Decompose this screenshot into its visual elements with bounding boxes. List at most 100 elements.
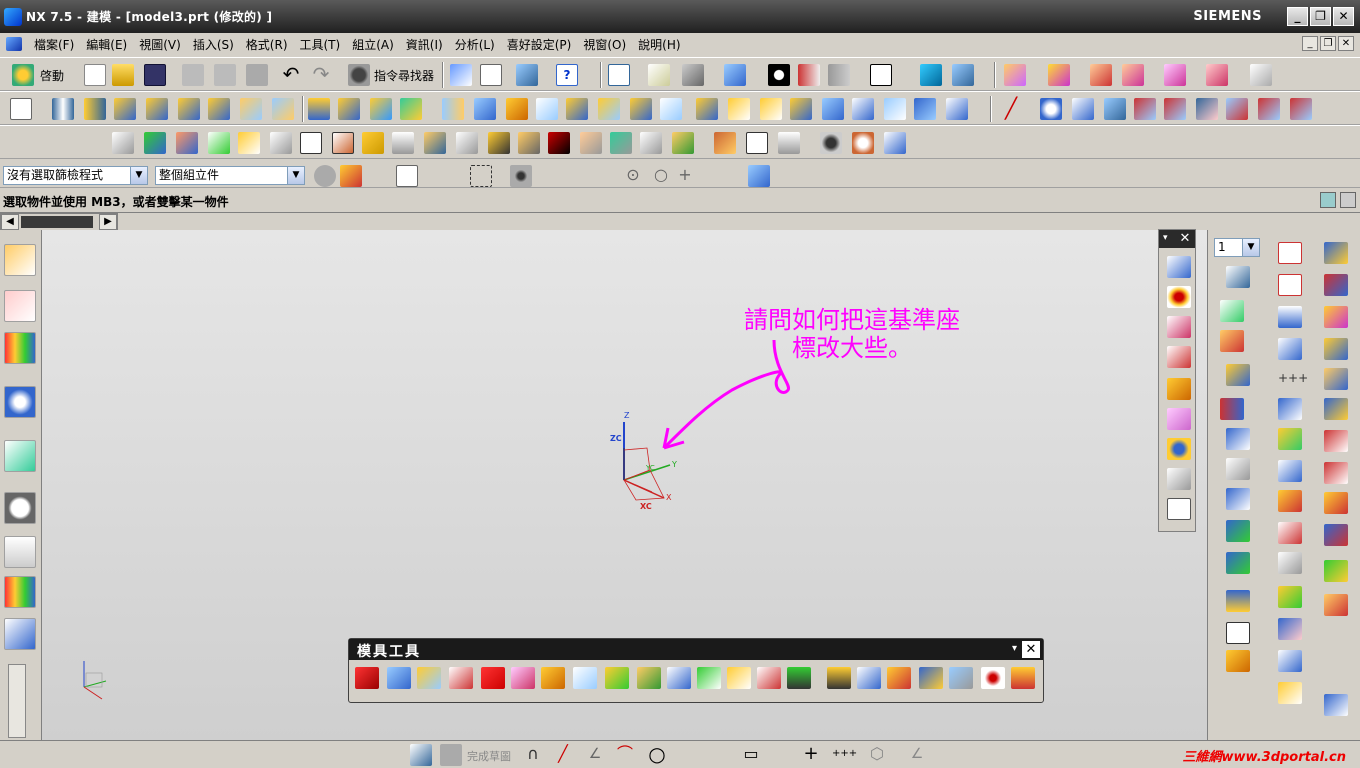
trim-sheet-icon[interactable] [1278, 618, 1302, 640]
angle-icon[interactable]: ∠ [584, 744, 606, 766]
split-solid-icon[interactable] [387, 667, 411, 689]
reuse-library-tab-icon[interactable] [4, 386, 36, 418]
rectangle-sketch-icon[interactable]: ▭ [740, 744, 762, 766]
nx-app-icon[interactable] [4, 7, 22, 26]
global-shaping-icon[interactable] [1324, 524, 1348, 546]
chevron-down-icon[interactable]: ▾ [1163, 233, 1168, 243]
mold-wizard-icon[interactable] [362, 132, 384, 154]
wcs-origin-icon[interactable] [1226, 364, 1250, 386]
mold-tools-palette[interactable]: 模具工具 ▾ ✕ [348, 638, 1044, 703]
wcs-change-icon[interactable] [1226, 552, 1250, 574]
cylinder-icon[interactable] [852, 132, 874, 154]
invert-show-icon[interactable] [1164, 64, 1186, 86]
layer-dropdown[interactable]: 1 ▼ [1214, 238, 1260, 257]
curvature-icon[interactable] [610, 132, 632, 154]
mold-tools-close-button[interactable]: ✕ [1022, 641, 1040, 658]
menu-window[interactable]: 視窗(O) [577, 36, 632, 53]
chevron-down-icon[interactable]: ▼ [130, 167, 147, 184]
pad-icon[interactable] [208, 98, 230, 120]
mold-base-icon[interactable] [1011, 667, 1035, 689]
menu-file[interactable]: 檔案(F) [28, 36, 80, 53]
tab-scroller[interactable]: ◀ ▶ [0, 213, 118, 231]
subdivide-face-icon[interactable] [727, 667, 751, 689]
studio-spline-icon[interactable]: +++ [832, 744, 857, 766]
datum-plane-icon[interactable] [308, 98, 330, 120]
menu-tools[interactable]: 工具(T) [294, 36, 347, 53]
tools-icon[interactable] [332, 132, 354, 154]
material-icon[interactable] [1167, 378, 1191, 400]
replace-solid-icon[interactable] [605, 667, 629, 689]
wcs-orient-icon[interactable] [1226, 428, 1250, 450]
fillet-sketch-icon[interactable]: ∠ [906, 744, 928, 766]
system-materials-tab-icon[interactable] [4, 536, 36, 568]
offset-curve-icon[interactable] [1104, 98, 1126, 120]
cut-icon[interactable] [182, 64, 204, 86]
lighting-icon[interactable] [1167, 286, 1191, 308]
scope-dropdown[interactable]: 整個組立件 ▼ [155, 166, 305, 185]
start-button[interactable]: 啓動 [40, 67, 64, 84]
assembly-navigator-icon[interactable] [112, 132, 134, 154]
rectangle-icon[interactable] [1278, 242, 1302, 264]
trim-body-icon[interactable] [536, 98, 558, 120]
check-geometry-icon[interactable] [518, 132, 540, 154]
menu-preferences[interactable]: 喜好設定(P) [501, 36, 578, 53]
true-shading-icon[interactable] [1167, 346, 1191, 368]
help-icon[interactable]: ? [556, 64, 578, 86]
wcs-set-icon[interactable] [1226, 458, 1250, 480]
existing-point-icon[interactable]: + [674, 165, 696, 187]
exploded-view-icon[interactable] [300, 132, 322, 154]
spline-icon[interactable] [1072, 98, 1094, 120]
wp-popup-icon[interactable] [827, 667, 851, 689]
menu-analysis[interactable]: 分析(L) [449, 36, 501, 53]
report-icon[interactable] [884, 132, 906, 154]
open-folder-icon[interactable] [112, 64, 134, 86]
expression-icon[interactable] [778, 132, 800, 154]
studio-surface-icon[interactable] [1278, 398, 1302, 420]
measure-angle-icon[interactable] [456, 132, 478, 154]
paste-icon[interactable] [246, 64, 268, 86]
measure-body-icon[interactable] [488, 132, 510, 154]
arc-center-icon[interactable]: ⊙ [622, 165, 644, 187]
doc-close-icon[interactable]: ✕ [1338, 36, 1354, 51]
type-filter-dropdown[interactable]: 沒有選取篩檢程式 ▼ [3, 166, 148, 185]
close-icon[interactable]: ✕ [1177, 231, 1193, 246]
wcs-save-icon[interactable] [1226, 488, 1250, 510]
layer-visible-icon[interactable] [1220, 300, 1244, 322]
create-box-icon[interactable] [355, 667, 379, 689]
finish-sketch-button[interactable]: 完成草圖 [467, 748, 511, 764]
section-surface-icon[interactable] [1324, 398, 1348, 420]
hide-icon[interactable] [1122, 64, 1144, 86]
project-curve-icon[interactable] [1164, 98, 1186, 120]
menu-insert[interactable]: 插入(S) [187, 36, 240, 53]
fit-view-icon[interactable] [608, 64, 630, 86]
trim-region-icon[interactable] [667, 667, 691, 689]
section-icon[interactable] [920, 64, 942, 86]
zoom-icon[interactable] [648, 64, 670, 86]
selection-intent-icon[interactable] [340, 165, 362, 187]
electrode-icon[interactable] [919, 667, 943, 689]
scroll-right-icon[interactable]: ▶ [99, 214, 117, 230]
floating-toolbar-header[interactable]: ▾ ✕ [1159, 230, 1195, 248]
texture-icon[interactable] [1167, 408, 1191, 430]
unite-icon[interactable] [442, 98, 464, 120]
transition-icon[interactable] [1278, 552, 1302, 574]
pocket-icon[interactable] [178, 98, 200, 120]
window-icon[interactable] [480, 64, 502, 86]
circle-point-icon[interactable]: ○ [650, 165, 672, 187]
close-button[interactable]: ✕ [1333, 7, 1354, 26]
wcs-dynamics-icon[interactable] [1220, 330, 1244, 352]
info-icon[interactable] [516, 64, 538, 86]
extract-curve-icon[interactable] [1258, 98, 1280, 120]
edge-blend-icon[interactable] [598, 98, 620, 120]
shell-icon[interactable] [660, 98, 682, 120]
n-sided-icon[interactable] [1278, 460, 1302, 482]
visualization-icon[interactable] [952, 64, 974, 86]
wcs-rotate-icon[interactable] [1220, 398, 1244, 420]
menu-format[interactable]: 格式(R) [240, 36, 294, 53]
status-options-icon[interactable] [1340, 192, 1356, 208]
points-icon[interactable]: +++ [1278, 368, 1308, 390]
move-component-icon[interactable] [208, 132, 230, 154]
offset-face-icon[interactable] [728, 98, 750, 120]
extract-icon[interactable] [852, 98, 874, 120]
constraint-icon[interactable] [238, 132, 260, 154]
